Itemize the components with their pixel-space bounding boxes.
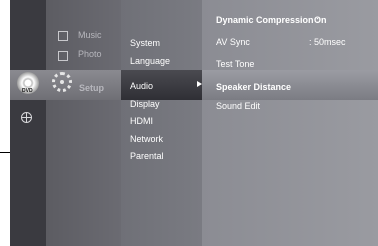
setup-item-audio[interactable]: Audio (130, 81, 153, 91)
icon-column (10, 0, 46, 246)
av-sync-label[interactable]: AV Sync (216, 37, 250, 47)
setup-item-system[interactable]: System (130, 38, 160, 48)
music-icon (58, 31, 68, 41)
menu-item-photo[interactable]: Photo (78, 49, 102, 59)
setup-item-hdmi[interactable]: HDMI (130, 116, 153, 126)
dynamic-compression-label[interactable]: Dynamic Compression : (216, 15, 319, 25)
setup-item-parental[interactable]: Parental (130, 151, 164, 161)
setup-item-display[interactable]: Display (130, 99, 160, 109)
av-sync-value: : 50msec (309, 37, 346, 47)
menu-item-setup[interactable]: Setup (79, 83, 104, 93)
menu-item-music[interactable]: Music (78, 30, 102, 40)
photo-icon (58, 51, 68, 61)
sound-edit-item[interactable]: Sound Edit (216, 101, 260, 111)
submenu-arrow-icon (197, 81, 202, 87)
test-tone-item[interactable]: Test Tone (216, 59, 254, 69)
setup-item-language[interactable]: Language (130, 56, 170, 66)
dynamic-compression-value: On (314, 15, 327, 25)
globe-icon[interactable] (21, 112, 32, 123)
speaker-distance-item[interactable]: Speaker Distance (216, 82, 291, 92)
disc-label: DVD (22, 88, 33, 94)
setup-item-network[interactable]: Network (130, 134, 163, 144)
gear-icon[interactable] (52, 72, 72, 92)
